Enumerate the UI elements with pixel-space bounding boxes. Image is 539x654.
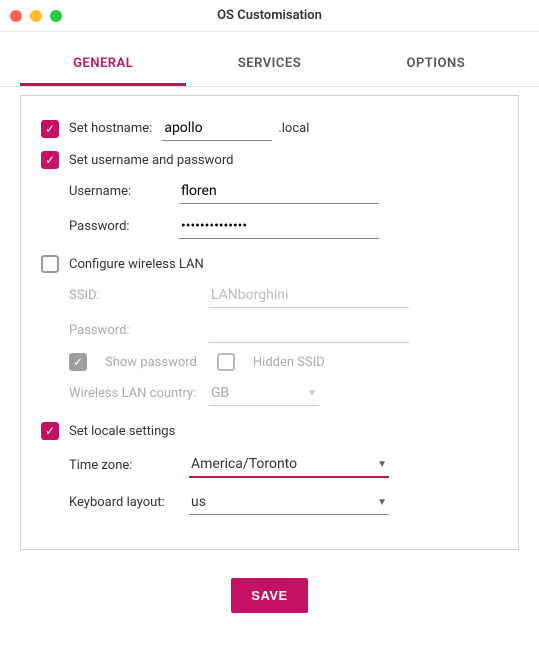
chevron-down-icon: ▼ [377, 497, 387, 508]
show-password-checkbox: ✓ [69, 353, 87, 371]
timezone-row: Time zone: America/Toronto ▼ [69, 452, 498, 478]
save-row: SAVE [0, 566, 539, 633]
ssid-label: SSID: [69, 288, 209, 303]
wlan-country-value: GB [211, 385, 229, 401]
userpass-label: Set username and password [69, 153, 233, 168]
userpass-row: ✓ Set username and password [41, 151, 498, 169]
timezone-value: America/Toronto [191, 456, 297, 472]
timezone-label: Time zone: [69, 458, 189, 473]
userpass-checkbox[interactable]: ✓ [41, 151, 59, 169]
wlan-password-label: Password: [69, 323, 209, 338]
hostname-input[interactable] [162, 116, 272, 141]
locale-checkbox[interactable]: ✓ [41, 422, 59, 440]
tab-general[interactable]: GENERAL [20, 44, 186, 86]
wlan-password-row: Password: [69, 318, 498, 343]
traffic-lights [10, 10, 62, 22]
minimize-window-button[interactable] [30, 10, 42, 22]
check-icon: ✓ [45, 154, 55, 166]
ssid-input [209, 283, 409, 308]
keyboard-value: us [191, 494, 206, 510]
username-row: Username: [69, 179, 498, 204]
ssid-row: SSID: [69, 283, 498, 308]
wlan-country-label: Wireless LAN country: [69, 386, 209, 401]
username-label: Username: [69, 184, 179, 199]
chevron-down-icon: ▼ [307, 388, 317, 399]
keyboard-label: Keyboard layout: [69, 495, 189, 510]
tabs: GENERAL SERVICES OPTIONS [0, 44, 539, 87]
keyboard-row: Keyboard layout: us ▼ [69, 490, 498, 515]
save-button[interactable]: SAVE [231, 578, 307, 613]
settings-panel: ✓ Set hostname: .local ✓ Set username an… [20, 95, 519, 550]
hostname-label: Set hostname: [69, 121, 152, 136]
locale-row: ✓ Set locale settings [41, 422, 498, 440]
wlan-checkbox[interactable] [41, 255, 59, 273]
wlan-country-row: Wireless LAN country: GB ▼ [69, 381, 498, 406]
check-icon: ✓ [73, 356, 83, 368]
wlan-country-select: GB ▼ [209, 381, 319, 406]
check-icon: ✓ [45, 425, 55, 437]
hostname-suffix: .local [278, 121, 309, 136]
locale-label: Set locale settings [69, 424, 175, 439]
hostname-checkbox[interactable]: ✓ [41, 120, 59, 138]
timezone-select[interactable]: America/Toronto ▼ [189, 452, 389, 478]
chevron-down-icon: ▼ [377, 459, 387, 470]
tab-options[interactable]: OPTIONS [353, 44, 519, 86]
hidden-ssid-label: Hidden SSID [253, 355, 325, 370]
wlan-label: Configure wireless LAN [69, 257, 204, 272]
window-title: OS Customisation [0, 8, 539, 23]
check-icon: ✓ [45, 123, 55, 135]
wlan-row: Configure wireless LAN [41, 255, 498, 273]
username-input[interactable] [179, 179, 379, 204]
wlan-password-input [209, 318, 409, 343]
keyboard-select[interactable]: us ▼ [189, 490, 389, 515]
hidden-ssid-checkbox [217, 353, 235, 371]
password-label: Password: [69, 219, 179, 234]
password-row: Password: [69, 214, 498, 239]
maximize-window-button[interactable] [50, 10, 62, 22]
close-window-button[interactable] [10, 10, 22, 22]
titlebar: OS Customisation [0, 0, 539, 32]
tab-services[interactable]: SERVICES [186, 44, 352, 86]
password-input[interactable] [179, 214, 379, 239]
show-password-label: Show password [105, 355, 197, 370]
wlan-subchecks: ✓ Show password Hidden SSID [69, 353, 498, 371]
hostname-row: ✓ Set hostname: .local [41, 116, 498, 141]
